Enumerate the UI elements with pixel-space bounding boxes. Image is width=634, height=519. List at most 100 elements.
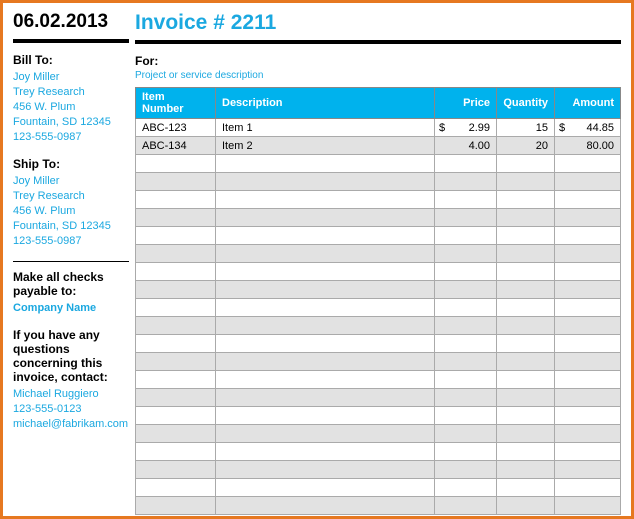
- cell-amount[interactable]: [555, 353, 621, 371]
- cell-description[interactable]: [216, 173, 435, 191]
- cell-quantity[interactable]: [497, 497, 555, 515]
- cell-quantity[interactable]: [497, 155, 555, 173]
- cell-quantity[interactable]: [497, 281, 555, 299]
- cell-description[interactable]: [216, 443, 435, 461]
- cell-amount[interactable]: [555, 245, 621, 263]
- cell-item-number[interactable]: [136, 263, 216, 281]
- cell-item-number[interactable]: [136, 479, 216, 497]
- cell-price[interactable]: [435, 299, 497, 317]
- cell-amount[interactable]: [555, 407, 621, 425]
- cell-quantity[interactable]: [497, 317, 555, 335]
- cell-price[interactable]: [435, 209, 497, 227]
- cell-amount[interactable]: [555, 425, 621, 443]
- cell-description[interactable]: [216, 335, 435, 353]
- cell-item-number[interactable]: [136, 335, 216, 353]
- cell-quantity[interactable]: [497, 245, 555, 263]
- cell-description[interactable]: [216, 407, 435, 425]
- cell-price[interactable]: [435, 281, 497, 299]
- cell-description[interactable]: [216, 227, 435, 245]
- cell-item-number[interactable]: [136, 299, 216, 317]
- cell-quantity[interactable]: [497, 461, 555, 479]
- cell-price[interactable]: 4.00: [435, 137, 497, 155]
- cell-price[interactable]: $2.99: [435, 119, 497, 137]
- cell-description[interactable]: [216, 461, 435, 479]
- cell-amount[interactable]: [555, 335, 621, 353]
- cell-description[interactable]: [216, 317, 435, 335]
- cell-amount[interactable]: [555, 497, 621, 515]
- cell-item-number[interactable]: [136, 407, 216, 425]
- cell-quantity[interactable]: [497, 407, 555, 425]
- cell-item-number[interactable]: ABC-134: [136, 137, 216, 155]
- cell-description[interactable]: [216, 191, 435, 209]
- cell-quantity[interactable]: [497, 353, 555, 371]
- cell-amount[interactable]: [555, 263, 621, 281]
- cell-item-number[interactable]: [136, 353, 216, 371]
- cell-quantity[interactable]: [497, 173, 555, 191]
- cell-item-number[interactable]: [136, 227, 216, 245]
- cell-description[interactable]: [216, 425, 435, 443]
- cell-amount[interactable]: $44.85: [555, 119, 621, 137]
- cell-item-number[interactable]: [136, 173, 216, 191]
- cell-quantity[interactable]: [497, 227, 555, 245]
- cell-amount[interactable]: [555, 155, 621, 173]
- cell-description[interactable]: Item 1: [216, 119, 435, 137]
- cell-amount[interactable]: [555, 191, 621, 209]
- cell-quantity[interactable]: [497, 335, 555, 353]
- cell-item-number[interactable]: [136, 245, 216, 263]
- cell-quantity[interactable]: [497, 479, 555, 497]
- cell-quantity[interactable]: [497, 443, 555, 461]
- cell-description[interactable]: [216, 371, 435, 389]
- cell-quantity[interactable]: [497, 371, 555, 389]
- cell-item-number[interactable]: [136, 461, 216, 479]
- cell-quantity[interactable]: [497, 191, 555, 209]
- cell-price[interactable]: [435, 443, 497, 461]
- cell-price[interactable]: [435, 317, 497, 335]
- cell-price[interactable]: [435, 173, 497, 191]
- cell-description[interactable]: [216, 389, 435, 407]
- cell-quantity[interactable]: [497, 263, 555, 281]
- cell-price[interactable]: [435, 497, 497, 515]
- cell-item-number[interactable]: [136, 191, 216, 209]
- cell-amount[interactable]: [555, 173, 621, 191]
- cell-price[interactable]: [435, 191, 497, 209]
- cell-price[interactable]: [435, 371, 497, 389]
- cell-description[interactable]: [216, 299, 435, 317]
- cell-amount[interactable]: 80.00: [555, 137, 621, 155]
- cell-price[interactable]: [435, 425, 497, 443]
- cell-amount[interactable]: [555, 299, 621, 317]
- cell-quantity[interactable]: [497, 209, 555, 227]
- cell-price[interactable]: [435, 353, 497, 371]
- cell-item-number[interactable]: [136, 497, 216, 515]
- cell-quantity[interactable]: [497, 299, 555, 317]
- cell-price[interactable]: [435, 389, 497, 407]
- cell-price[interactable]: [435, 245, 497, 263]
- cell-item-number[interactable]: [136, 443, 216, 461]
- cell-amount[interactable]: [555, 227, 621, 245]
- cell-description[interactable]: Item 2: [216, 137, 435, 155]
- cell-description[interactable]: [216, 497, 435, 515]
- cell-price[interactable]: [435, 227, 497, 245]
- cell-quantity[interactable]: 20: [497, 137, 555, 155]
- cell-price[interactable]: [435, 335, 497, 353]
- cell-price[interactable]: [435, 479, 497, 497]
- cell-description[interactable]: [216, 245, 435, 263]
- cell-price[interactable]: [435, 407, 497, 425]
- cell-item-number[interactable]: [136, 209, 216, 227]
- cell-amount[interactable]: [555, 479, 621, 497]
- cell-amount[interactable]: [555, 317, 621, 335]
- cell-amount[interactable]: [555, 443, 621, 461]
- cell-item-number[interactable]: [136, 371, 216, 389]
- cell-item-number[interactable]: [136, 425, 216, 443]
- cell-description[interactable]: [216, 353, 435, 371]
- cell-price[interactable]: [435, 155, 497, 173]
- cell-item-number[interactable]: [136, 317, 216, 335]
- cell-amount[interactable]: [555, 389, 621, 407]
- cell-description[interactable]: [216, 209, 435, 227]
- cell-amount[interactable]: [555, 461, 621, 479]
- cell-description[interactable]: [216, 263, 435, 281]
- cell-description[interactable]: [216, 155, 435, 173]
- cell-quantity[interactable]: [497, 389, 555, 407]
- cell-item-number[interactable]: [136, 389, 216, 407]
- cell-item-number[interactable]: [136, 281, 216, 299]
- cell-amount[interactable]: [555, 281, 621, 299]
